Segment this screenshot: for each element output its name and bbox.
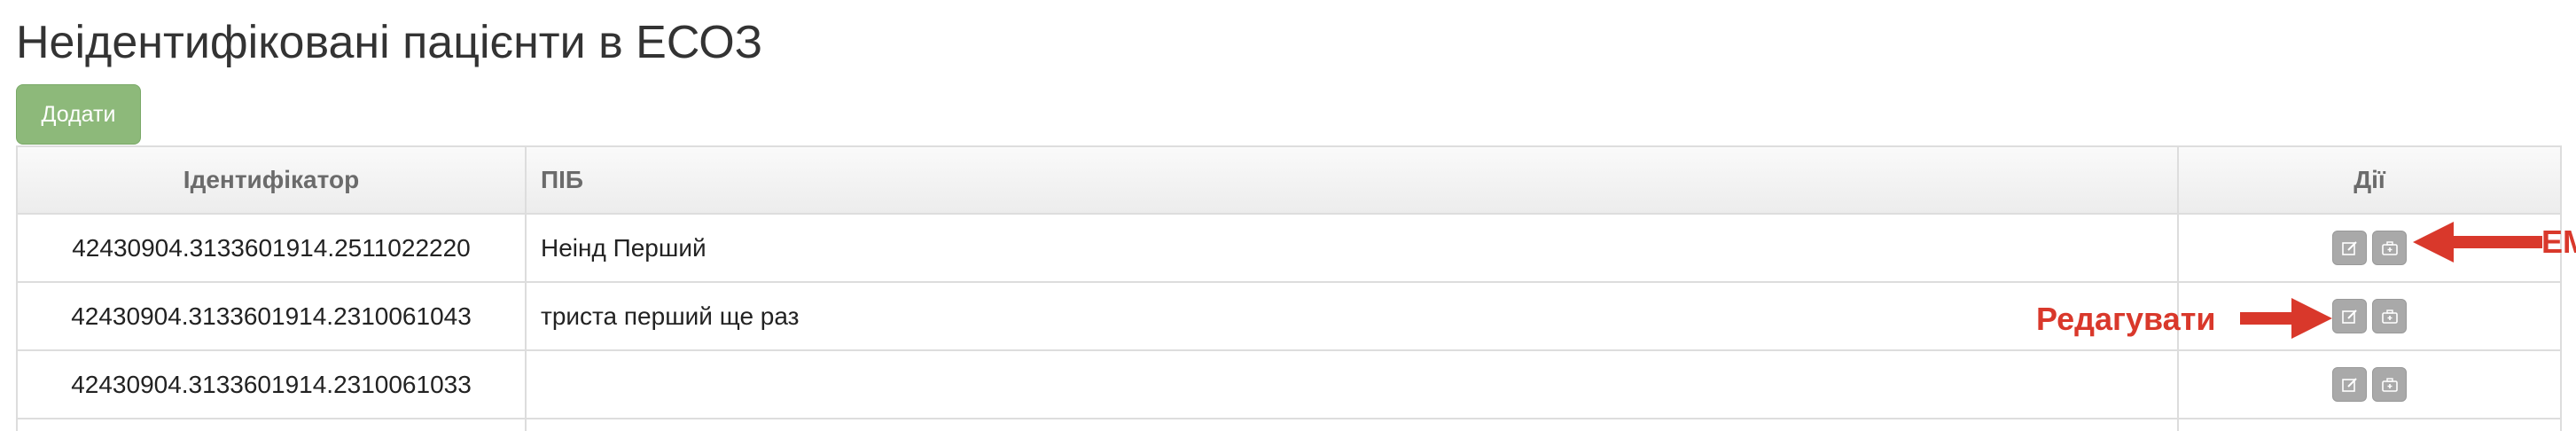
edit-arrow-icon [2240,298,2332,339]
edit-icon [2342,378,2357,392]
emz-button[interactable] [2372,367,2407,402]
cell-name [525,418,2179,431]
edit-icon [2342,241,2357,255]
emz-arrow-icon [2413,222,2542,263]
column-header-actions: Дії [2177,145,2562,215]
table-row: 42430904.3133601914.2511022220 Неінд Пер… [16,213,2562,283]
annotation-emz: ЕМЗ [2541,223,2576,260]
edit-icon [2342,310,2357,324]
cell-identifier: 42430904.3133601914.2310061043 [16,281,527,351]
edit-button[interactable] [2332,231,2367,265]
emz-button[interactable] [2372,231,2407,265]
cell-actions [2177,281,2562,351]
edit-button[interactable] [2332,367,2367,402]
column-header-name[interactable]: ПІБ [525,145,2179,215]
annotation-edit: Редагувати [2036,301,2216,337]
patients-table: Ідентифікатор ПІБ Дії 42430904.313360191… [16,145,2562,431]
medical-kit-icon [2382,310,2398,324]
emz-button[interactable] [2372,299,2407,333]
page: Неідентифіковані пацієнти в ЕСОЗ Додати … [0,0,2576,431]
cell-name: триста перший ще раз [525,281,2179,351]
cell-actions [2177,349,2562,419]
add-button[interactable]: Додати [16,84,141,145]
cell-name: Неінд Перший [525,213,2179,283]
table-header-row: Ідентифікатор ПІБ Дії [16,145,2562,215]
table-row: 42430904.3133601914.2310061033 [16,349,2562,419]
table-row [16,418,2562,431]
page-title: Неідентифіковані пацієнти в ЕСОЗ [16,17,763,68]
cell-identifier: 42430904.3133601914.2310061033 [16,349,527,419]
cell-name [525,349,2179,419]
cell-actions [2177,418,2562,431]
medical-kit-icon [2382,241,2398,255]
medical-kit-icon [2382,378,2398,392]
edit-button[interactable] [2332,299,2367,333]
column-header-identifier[interactable]: Ідентифікатор [16,145,527,215]
cell-identifier [16,418,527,431]
cell-identifier: 42430904.3133601914.2511022220 [16,213,527,283]
